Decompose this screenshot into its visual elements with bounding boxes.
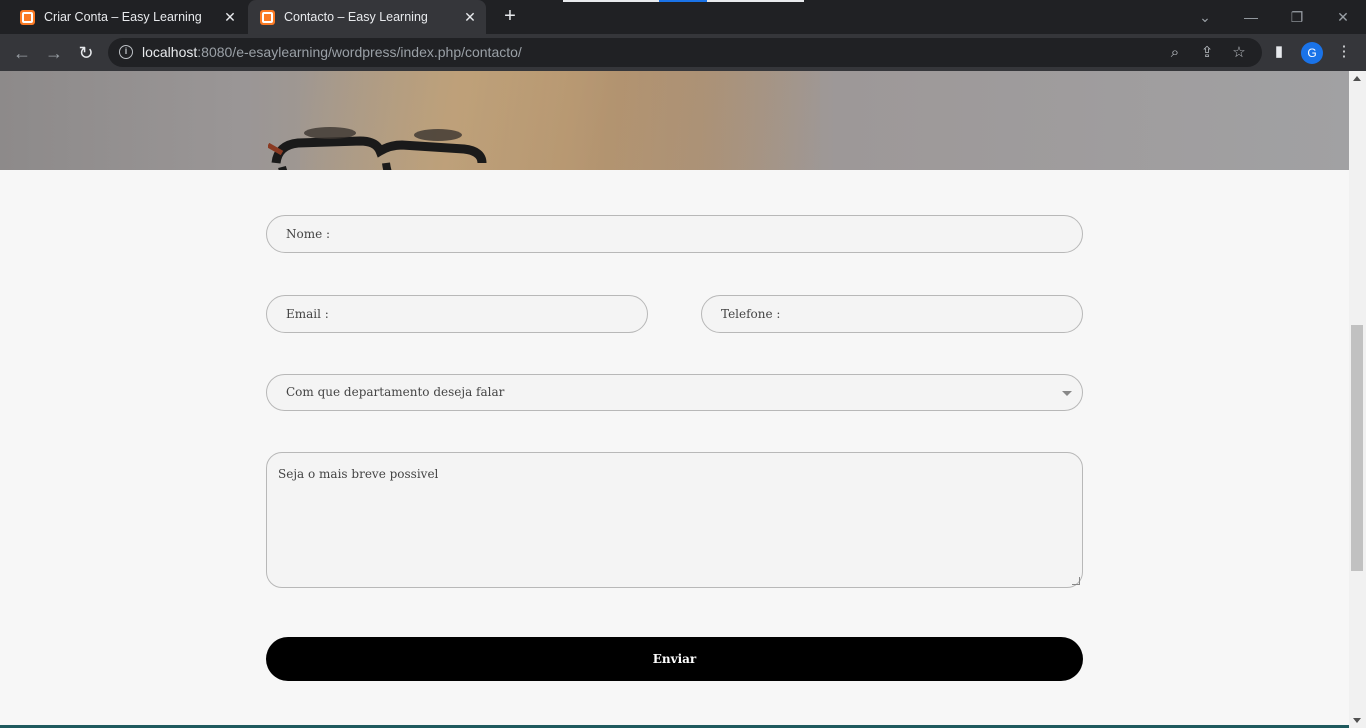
- address-bar[interactable]: i localhost:8080/e-esaylearning/wordpres…: [108, 38, 1262, 67]
- plus-icon[interactable]: +: [498, 5, 522, 29]
- chevron-down-icon: [1062, 391, 1072, 396]
- name-field[interactable]: Nome :: [266, 215, 1083, 253]
- tab-search-icon[interactable]: ⌄: [1182, 0, 1228, 34]
- share-icon[interactable]: ⇪: [1197, 43, 1217, 63]
- email-field[interactable]: Email :: [266, 295, 648, 333]
- tab-title: Contacto – Easy Learning: [284, 10, 428, 24]
- top-indicator: [563, 0, 659, 2]
- department-select[interactable]: Com que departamento deseja falar: [266, 374, 1083, 411]
- top-indicator-active: [659, 0, 707, 2]
- browser-toolbar: ← → ↻ i localhost:8080/e-esaylearning/wo…: [0, 34, 1366, 71]
- scroll-down-icon[interactable]: [1353, 718, 1361, 723]
- back-icon[interactable]: ←: [9, 40, 35, 66]
- restore-icon[interactable]: ❐: [1274, 0, 1320, 34]
- message-textarea[interactable]: Seja o mais breve possivel: [266, 452, 1083, 588]
- tab-title: Criar Conta – Easy Learning: [44, 10, 202, 24]
- tab-strip: Criar Conta – Easy Learning ✕ Contacto –…: [0, 0, 1366, 34]
- minimize-icon[interactable]: —: [1228, 0, 1274, 34]
- xampp-icon: [260, 9, 275, 25]
- scrollbar-thumb[interactable]: [1351, 325, 1363, 571]
- side-panel-icon[interactable]: ▮: [1269, 42, 1289, 62]
- submit-button[interactable]: Enviar: [266, 637, 1083, 681]
- phone-field[interactable]: Telefone :: [701, 295, 1083, 333]
- tab-contacto[interactable]: Contacto – Easy Learning ✕: [248, 0, 486, 34]
- reload-icon[interactable]: ↻: [73, 40, 99, 66]
- hero-image: [0, 71, 1349, 170]
- window-close-icon[interactable]: ✕: [1320, 0, 1366, 34]
- zoom-icon[interactable]: ⌕: [1165, 43, 1185, 63]
- resize-handle-icon[interactable]: [1072, 577, 1080, 585]
- page-viewport: Nome : Email : Telefone : Com que depart…: [0, 71, 1349, 728]
- forward-icon[interactable]: →: [41, 40, 67, 66]
- glasses-image: [268, 127, 487, 170]
- scroll-up-icon[interactable]: [1353, 76, 1361, 81]
- email-placeholder: Email :: [286, 307, 329, 321]
- bookmark-star-icon[interactable]: ☆: [1229, 43, 1249, 63]
- site-info-icon[interactable]: i: [119, 45, 133, 59]
- top-indicator: [707, 0, 804, 2]
- menu-dots-icon[interactable]: ⋮: [1334, 42, 1354, 62]
- page-scrollbar[interactable]: [1349, 71, 1366, 728]
- close-icon[interactable]: ✕: [222, 9, 238, 25]
- name-placeholder: Nome :: [286, 227, 331, 241]
- message-placeholder: Seja o mais breve possivel: [278, 467, 439, 481]
- avatar[interactable]: G: [1301, 42, 1323, 64]
- phone-placeholder: Telefone :: [721, 307, 781, 321]
- xampp-icon: [20, 9, 35, 25]
- close-icon[interactable]: ✕: [462, 9, 478, 25]
- tab-criar-conta[interactable]: Criar Conta – Easy Learning ✕: [0, 0, 246, 34]
- department-selected-value: Com que departamento deseja falar: [286, 385, 505, 399]
- url-text[interactable]: localhost:8080/e-esaylearning/wordpress/…: [142, 44, 522, 60]
